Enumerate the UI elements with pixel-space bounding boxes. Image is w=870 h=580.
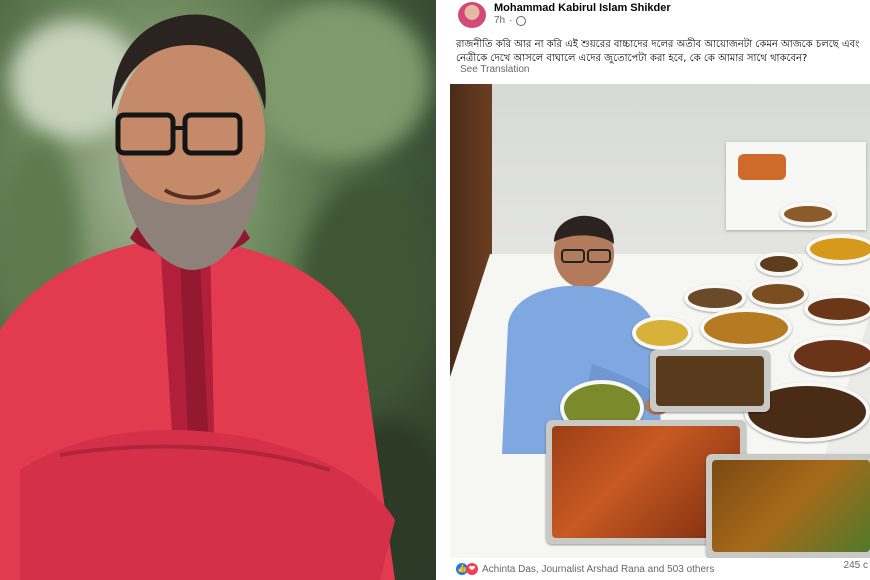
- dish: [806, 234, 870, 264]
- author-avatar[interactable]: [458, 2, 486, 28]
- dish: [756, 252, 802, 276]
- comments-count[interactable]: 245 c: [844, 560, 868, 571]
- reactions-bar[interactable]: 👍 ❤ Achinta Das, Journalist Arshad Rana …: [456, 560, 866, 578]
- post-text-line-1: রাজনীতি করি আর না করি এই শুয়রের বাচ্চাদ…: [456, 39, 860, 50]
- post-text: রাজনীতি করি আর না করি এই শুয়রের বাচ্চাদ…: [456, 38, 866, 66]
- food-tray: [706, 454, 870, 558]
- fruit-basket: [738, 154, 786, 180]
- facebook-post: Mohammad Kabirul Islam Shikder 7h · রাজন…: [436, 0, 870, 580]
- post-image[interactable]: [450, 84, 870, 558]
- globe-icon: [516, 15, 527, 26]
- post-header: Mohammad Kabirul Islam Shikder 7h ·: [458, 2, 868, 28]
- portrait-photo: [0, 0, 436, 580]
- food-tray: [650, 350, 770, 412]
- heart-icon: ❤: [466, 563, 478, 575]
- post-time[interactable]: 7h: [494, 15, 505, 26]
- dish: [748, 280, 808, 308]
- dish: [700, 308, 792, 348]
- see-translation-link[interactable]: See Translation: [460, 64, 530, 75]
- reactions-text[interactable]: Achinta Das, Journalist Arshad Rana and …: [482, 564, 714, 575]
- dish: [780, 202, 836, 226]
- man-in-red-kurta: [0, 14, 395, 580]
- post-meta: 7h ·: [494, 15, 527, 26]
- dish: [790, 336, 870, 376]
- dish: [632, 316, 692, 350]
- author-name[interactable]: Mohammad Kabirul Islam Shikder: [494, 2, 671, 14]
- dish: [804, 294, 870, 324]
